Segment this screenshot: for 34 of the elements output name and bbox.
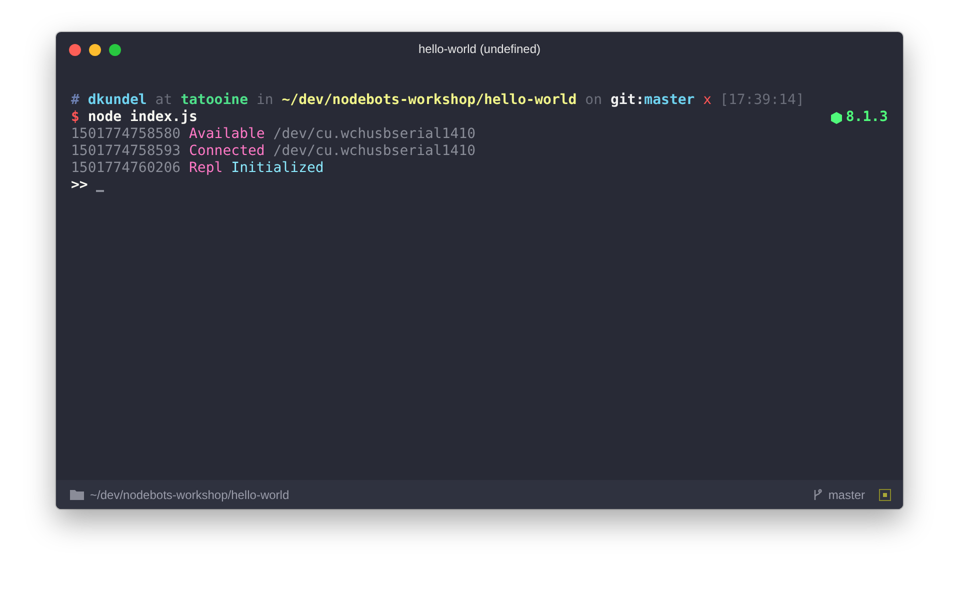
terminal-text: /dev/cu.wchusbserial1410 xyxy=(273,143,476,160)
terminal-text: 1501774760206 xyxy=(71,160,181,177)
terminal-text: x xyxy=(703,92,712,109)
terminal-text: dkundel xyxy=(88,92,147,109)
status-path: ~/dev/nodebots-workshop/hello-world xyxy=(90,488,290,502)
terminal-text: >> xyxy=(71,177,88,194)
terminal-text: # xyxy=(71,92,80,109)
terminal-text: $ xyxy=(71,109,80,126)
terminal-text: Initialized xyxy=(231,160,324,177)
terminal-text: git: xyxy=(610,92,644,109)
terminal-text: /dev/cu.wchusbserial1410 xyxy=(273,126,476,143)
minimize-button[interactable] xyxy=(89,44,101,56)
terminal-text: tatooine xyxy=(180,92,248,109)
folder-icon xyxy=(70,489,84,500)
terminal-text: node index.js xyxy=(88,109,198,126)
zoom-button[interactable] xyxy=(109,44,121,56)
terminal-text: 1501774758593 xyxy=(71,143,181,160)
node-version: 8.1.3 xyxy=(846,109,888,126)
terminal-text: master xyxy=(644,92,695,109)
status-indicator-icon xyxy=(879,488,891,500)
branch-icon xyxy=(813,488,822,500)
hexagon-icon xyxy=(830,112,842,124)
terminal-text: ~/dev/nodebots-workshop/hello-world xyxy=(282,92,577,109)
branch-name: master xyxy=(828,488,865,502)
terminal-text: Available xyxy=(189,126,265,143)
terminal-text: [17:39:14] xyxy=(720,92,804,109)
terminal-text: 1501774758580 xyxy=(71,126,181,143)
terminal-text: Repl xyxy=(189,160,223,177)
window-title: hello-world (undefined) xyxy=(418,42,541,56)
terminal-text: Connected xyxy=(189,143,265,160)
close-button[interactable] xyxy=(69,44,81,56)
terminal-text: on xyxy=(585,92,602,109)
terminal-text: at xyxy=(155,92,172,109)
terminal-text: in xyxy=(256,92,274,109)
